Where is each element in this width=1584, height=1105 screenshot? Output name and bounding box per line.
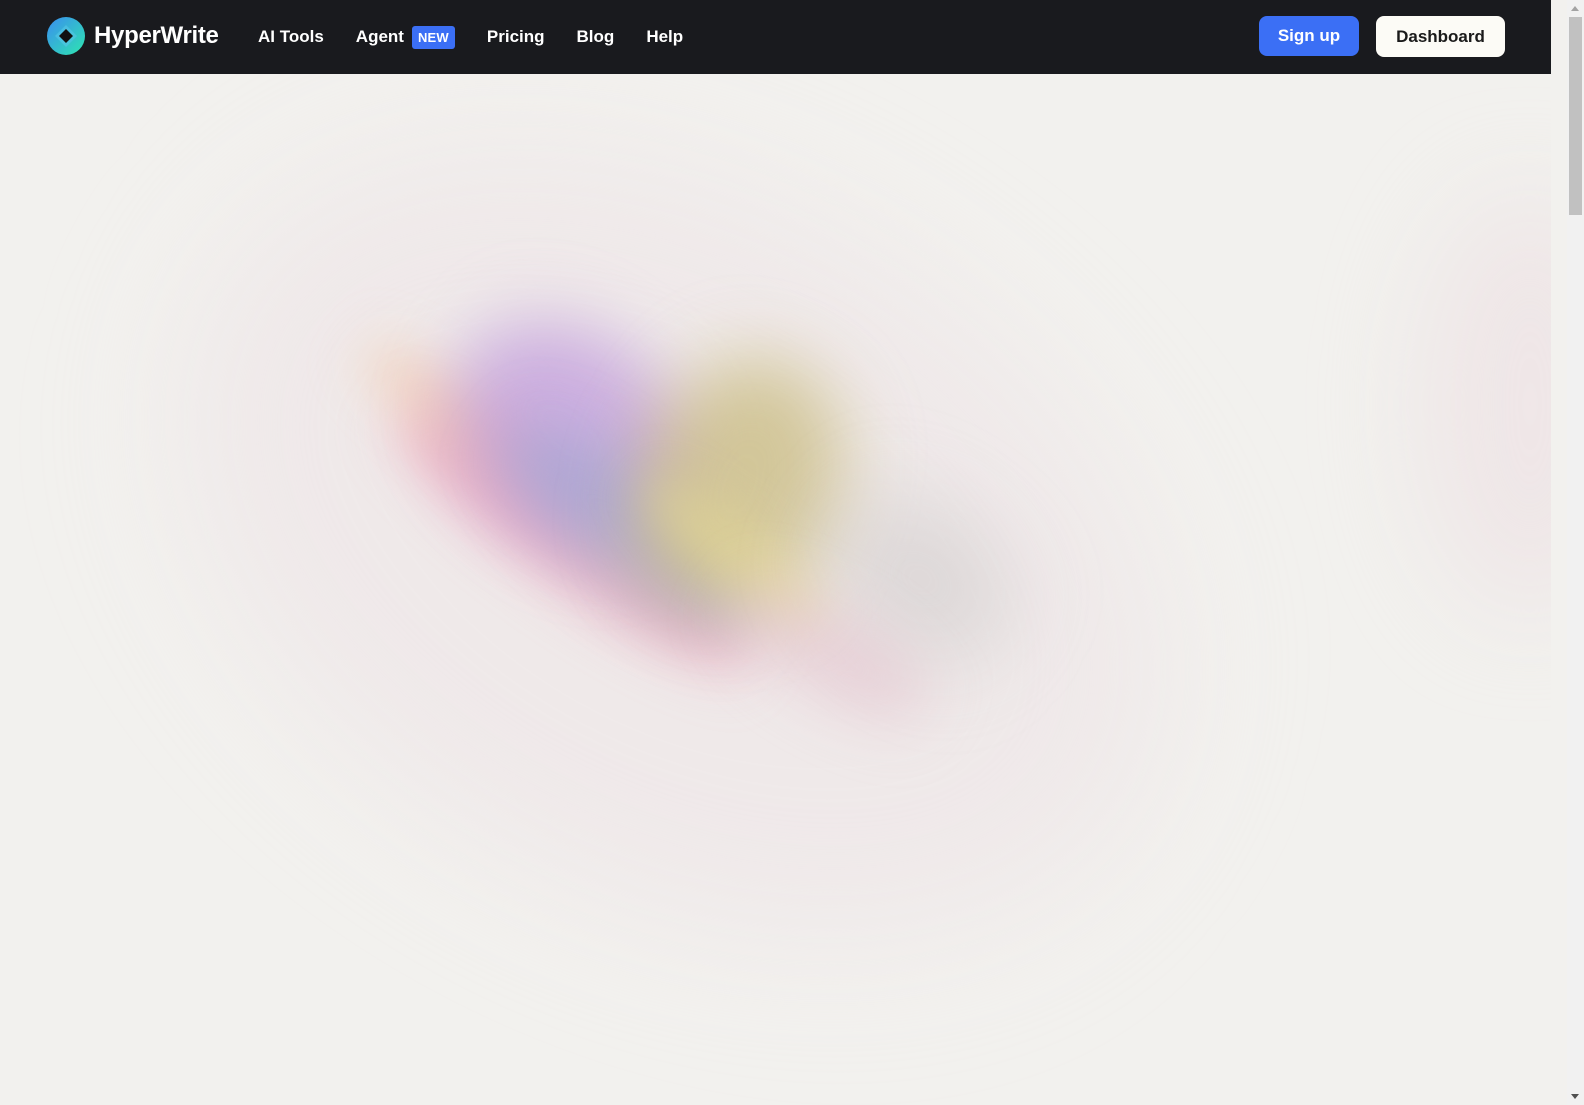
new-badge: NEW [411, 25, 455, 49]
nav-agent[interactable]: Agent NEW [355, 25, 455, 49]
dashboard-button[interactable]: Dashboard [1376, 16, 1505, 57]
page-scrollbar[interactable] [1567, 0, 1584, 1105]
nav-pricing[interactable]: Pricing [487, 27, 545, 47]
hyperwrite-logo-icon [47, 17, 85, 55]
scroll-thumb[interactable] [1569, 17, 1582, 215]
nav-help[interactable]: Help [646, 27, 683, 47]
scroll-down-arrow-icon[interactable] [1571, 1094, 1579, 1099]
hero-gradient-background [0, 74, 1551, 1105]
scroll-up-arrow-icon[interactable] [1571, 6, 1579, 11]
brand-home-link[interactable]: HyperWrite [46, 16, 219, 56]
top-navbar: HyperWrite AI Tools Agent NEW Pricing Bl… [0, 0, 1551, 74]
nav-agent-label: Agent [355, 27, 404, 46]
sign-up-button[interactable]: Sign up [1259, 16, 1359, 56]
nav-ai-tools[interactable]: AI Tools [258, 27, 324, 47]
main-nav: AI Tools Agent NEW Pricing Blog Help [258, 0, 715, 74]
gradient-blob-right-edge [1420, 194, 1551, 614]
nav-blog[interactable]: Blog [577, 27, 615, 47]
brand-name: HyperWrite [94, 22, 219, 49]
